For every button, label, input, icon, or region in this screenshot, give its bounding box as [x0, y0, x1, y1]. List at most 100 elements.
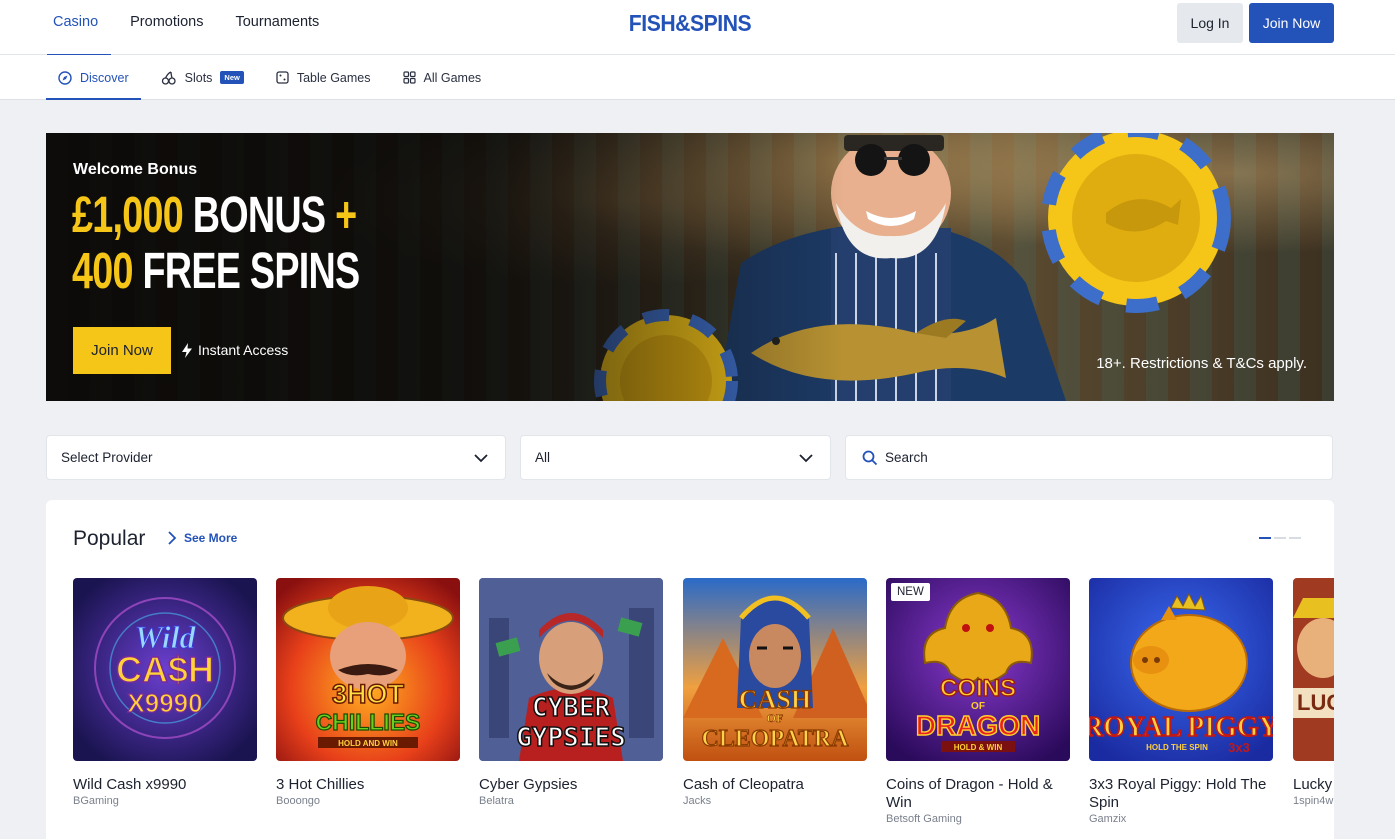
game-thumbnail[interactable]: Wild CA$H X9990	[73, 578, 257, 761]
svg-text:OF: OF	[767, 711, 784, 725]
svg-text:3x3: 3x3	[1228, 740, 1250, 755]
svg-text:HOLD AND WIN: HOLD AND WIN	[338, 739, 398, 748]
main-nav: Casino Promotions Tournaments	[40, 0, 338, 56]
game-provider: 1spin4w	[1293, 795, 1334, 807]
carousel-pagination[interactable]	[1259, 537, 1304, 539]
tab-discover-label: Discover	[80, 70, 129, 85]
tab-all-games-label: All Games	[423, 70, 482, 85]
tab-slots[interactable]: Slots New	[149, 55, 256, 100]
chevron-right-icon	[168, 531, 177, 545]
game-card[interactable]: LUC Lucky Win 1spin4w	[1293, 578, 1334, 807]
svg-text:CHILLIES: CHILLIES	[316, 709, 421, 735]
tab-table-games-label: Table Games	[296, 70, 371, 85]
royal-piggy-artwork: ROYAL PIGGY HOLD THE SPIN 3x3	[1089, 578, 1273, 761]
svg-text:DRAGON: DRAGON	[916, 710, 1040, 741]
section-title: Popular	[73, 527, 146, 550]
spins-count: 400	[72, 242, 133, 299]
game-provider: BGaming	[73, 795, 119, 807]
tab-all-games[interactable]: All Games	[391, 55, 494, 100]
game-card[interactable]: 3HOT CHILLIES HOLD AND WIN 3 Hot Chillie…	[276, 578, 460, 807]
chevron-down-icon	[799, 454, 813, 463]
provider-select[interactable]: Select Provider	[46, 435, 506, 480]
game-title[interactable]: Cyber Gypsies	[479, 776, 663, 794]
terms-notice: 18+. Restrictions & T&Cs apply.	[1096, 355, 1307, 372]
lucky-win-artwork: LUC	[1293, 578, 1334, 761]
banner-join-now-button[interactable]: Join Now	[73, 327, 171, 374]
join-now-button[interactable]: Join Now	[1249, 3, 1334, 43]
page-dot[interactable]	[1259, 537, 1271, 539]
game-title[interactable]: Coins of Dragon - Hold & Win	[886, 776, 1070, 812]
svg-text:3HOT: 3HOT	[332, 679, 405, 709]
site-logo[interactable]: FISH&SPINS	[618, 10, 762, 38]
lightning-icon	[182, 342, 192, 358]
svg-text:ROYAL PIGGY: ROYAL PIGGY	[1089, 712, 1273, 743]
game-title[interactable]: Cash of Cleopatra	[683, 776, 867, 794]
instant-access: Instant Access	[181, 342, 288, 358]
bonus-word: BONUS	[192, 186, 326, 243]
search-input[interactable]: Search	[845, 435, 1333, 480]
tab-slots-label: Slots	[184, 70, 213, 85]
game-thumbnail[interactable]: ROYAL PIGGY HOLD THE SPIN 3x3	[1089, 578, 1273, 761]
svg-text:CA$H: CA$H	[116, 649, 214, 690]
nav-tournaments[interactable]: Tournaments	[222, 0, 332, 55]
game-provider: Jacks	[683, 795, 712, 807]
nav-promotions[interactable]: Promotions	[117, 0, 216, 55]
banner-headline-line-2: 400 FREE SPINS	[72, 245, 360, 297]
top-bar: Casino Promotions Tournaments FISH&SPINS…	[0, 0, 1395, 56]
login-button[interactable]: Log In	[1177, 3, 1243, 43]
game-card[interactable]: Wild CA$H X9990 Wild Cash x9990 BGaming	[73, 578, 257, 807]
hot-chillies-artwork: 3HOT CHILLIES HOLD AND WIN	[276, 578, 460, 761]
popular-section: Popular See More Wild CA$H X9990 Wild Ca…	[46, 500, 1334, 839]
game-card[interactable]: CASH OF CLEOPATRA Cash of Cleopatra Jack…	[683, 578, 867, 807]
welcome-bonus-banner[interactable]: Welcome Bonus £1,000 BONUS + 400 FREE SP…	[46, 133, 1334, 401]
see-more-label: See More	[184, 531, 238, 545]
svg-text:X9990: X9990	[127, 688, 202, 718]
cash-of-cleopatra-artwork: CASH OF CLEOPATRA	[683, 578, 867, 761]
game-type-select-value: All	[535, 450, 551, 465]
category-bar: Discover Slots New Table Games All Games	[0, 55, 1395, 100]
game-provider: Booongo	[276, 795, 321, 807]
game-card[interactable]: COINS OF DRAGON HOLD & WIN NEW Coins of …	[886, 578, 1070, 825]
see-more-link[interactable]: See More	[167, 531, 237, 545]
new-game-badge: NEW	[891, 583, 930, 601]
game-thumbnail[interactable]: COINS OF DRAGON HOLD & WIN NEW	[886, 578, 1070, 761]
search-icon	[862, 450, 878, 465]
page-dot[interactable]	[1289, 537, 1301, 539]
plus-sign: +	[335, 186, 357, 243]
game-provider: Belatra	[479, 795, 514, 807]
new-badge: New	[220, 71, 244, 84]
bonus-amount: £1,000	[72, 186, 184, 243]
game-thumbnail[interactable]: CYBER GYPSIES	[479, 578, 663, 761]
svg-text:HOLD & WIN: HOLD & WIN	[954, 743, 1003, 752]
banner-subtitle: Welcome Bonus	[73, 161, 198, 178]
cherries-icon	[161, 70, 176, 85]
svg-text:CLEOPATRA: CLEOPATRA	[701, 726, 849, 752]
game-thumbnail[interactable]: 3HOT CHILLIES HOLD AND WIN	[276, 578, 460, 761]
svg-text:GYPSIES: GYPSIES	[516, 723, 626, 753]
search-placeholder: Search	[885, 450, 928, 465]
game-thumbnail[interactable]: CASH OF CLEOPATRA	[683, 578, 867, 761]
banner-headline-line-1: £1,000 BONUS +	[72, 186, 357, 243]
svg-text:CASH: CASH	[739, 685, 811, 714]
chevron-down-icon	[474, 454, 488, 463]
game-title[interactable]: Wild Cash x9990	[73, 776, 257, 794]
game-title[interactable]: Lucky Win	[1293, 776, 1334, 794]
game-type-select[interactable]: All	[520, 435, 831, 480]
nav-casino[interactable]: Casino	[40, 0, 112, 56]
tab-discover[interactable]: Discover	[46, 55, 141, 100]
game-thumbnail[interactable]: LUC	[1293, 578, 1334, 761]
svg-text:CYBER: CYBER	[532, 693, 611, 723]
page-dot[interactable]	[1274, 537, 1286, 539]
dice-icon	[276, 71, 289, 84]
cyber-gypsies-artwork: CYBER GYPSIES	[479, 578, 663, 761]
svg-text:COINS: COINS	[940, 675, 1016, 702]
game-card[interactable]: CYBER GYPSIES Cyber Gypsies Belatra	[479, 578, 663, 807]
game-card[interactable]: ROYAL PIGGY HOLD THE SPIN 3x3 3x3 Royal …	[1089, 578, 1273, 825]
svg-text:HOLD THE SPIN: HOLD THE SPIN	[1146, 743, 1208, 752]
provider-select-value: Select Provider	[61, 450, 153, 465]
tab-table-games[interactable]: Table Games	[264, 55, 383, 100]
game-provider: Betsoft Gaming	[886, 813, 962, 825]
game-title[interactable]: 3 Hot Chillies	[276, 776, 460, 794]
category-nav: Discover Slots New Table Games All Games	[46, 55, 501, 100]
game-title[interactable]: 3x3 Royal Piggy: Hold The Spin	[1089, 776, 1273, 812]
